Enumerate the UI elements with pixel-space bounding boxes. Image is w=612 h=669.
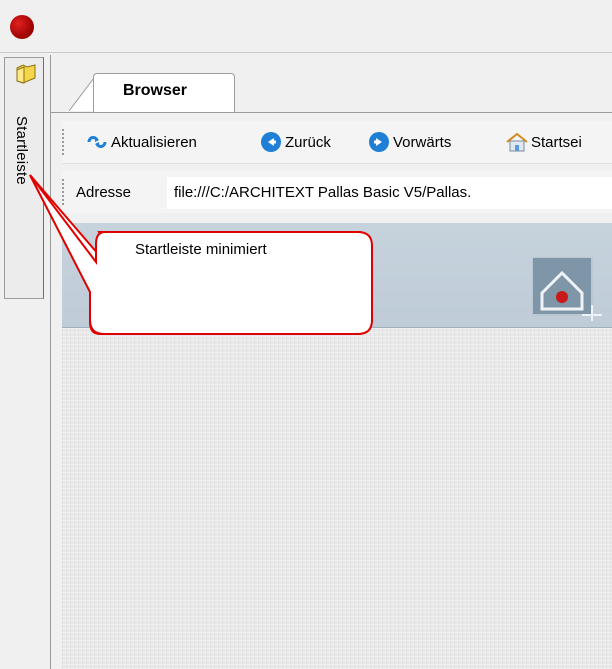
browser-content[interactable] — [62, 329, 612, 669]
startleiste-tab[interactable]: Startleiste — [4, 57, 44, 299]
arrow-left-icon — [261, 132, 281, 152]
home-label: Startsei — [531, 133, 582, 151]
address-input[interactable]: file:///C:/ARCHITEXT Pallas Basic V5/Pal… — [167, 177, 612, 209]
home-button[interactable]: Startsei — [506, 129, 582, 155]
browser-toolbar: Aktualisieren Zurück Vorwärts Startsei — [62, 121, 612, 164]
refresh-button[interactable]: Aktualisieren — [86, 129, 197, 155]
arrow-right-icon — [369, 132, 389, 152]
main-area: Browser Aktualisieren Zurück Vorwärts St… — [50, 55, 612, 669]
refresh-icon — [87, 136, 107, 148]
page-banner — [62, 223, 612, 328]
house-logo-icon — [532, 257, 602, 321]
tab-browser-label: Browser — [123, 82, 188, 99]
refresh-label: Aktualisieren — [111, 133, 197, 151]
back-label: Zurück — [285, 133, 331, 151]
home-icon — [506, 132, 528, 152]
application-window: Startleiste Browser Aktualisieren Zurück… — [0, 0, 612, 669]
address-label: Adresse — [76, 184, 132, 201]
forward-button[interactable]: Vorwärts — [368, 129, 451, 155]
address-grip[interactable] — [62, 179, 68, 205]
app-menu-button[interactable] — [10, 15, 34, 39]
title-bar — [0, 0, 612, 53]
address-bar: Adresse file:///C:/ARCHITEXT Pallas Basi… — [62, 171, 612, 213]
tab-strip: Browser — [51, 55, 612, 113]
forward-label: Vorwärts — [393, 133, 452, 151]
startleiste-panel: Startleiste — [0, 53, 52, 669]
startleiste-label: Startleiste — [13, 116, 30, 185]
folder-icon — [16, 64, 36, 84]
back-button[interactable]: Zurück — [260, 129, 331, 155]
toolbar-grip[interactable] — [62, 129, 68, 155]
